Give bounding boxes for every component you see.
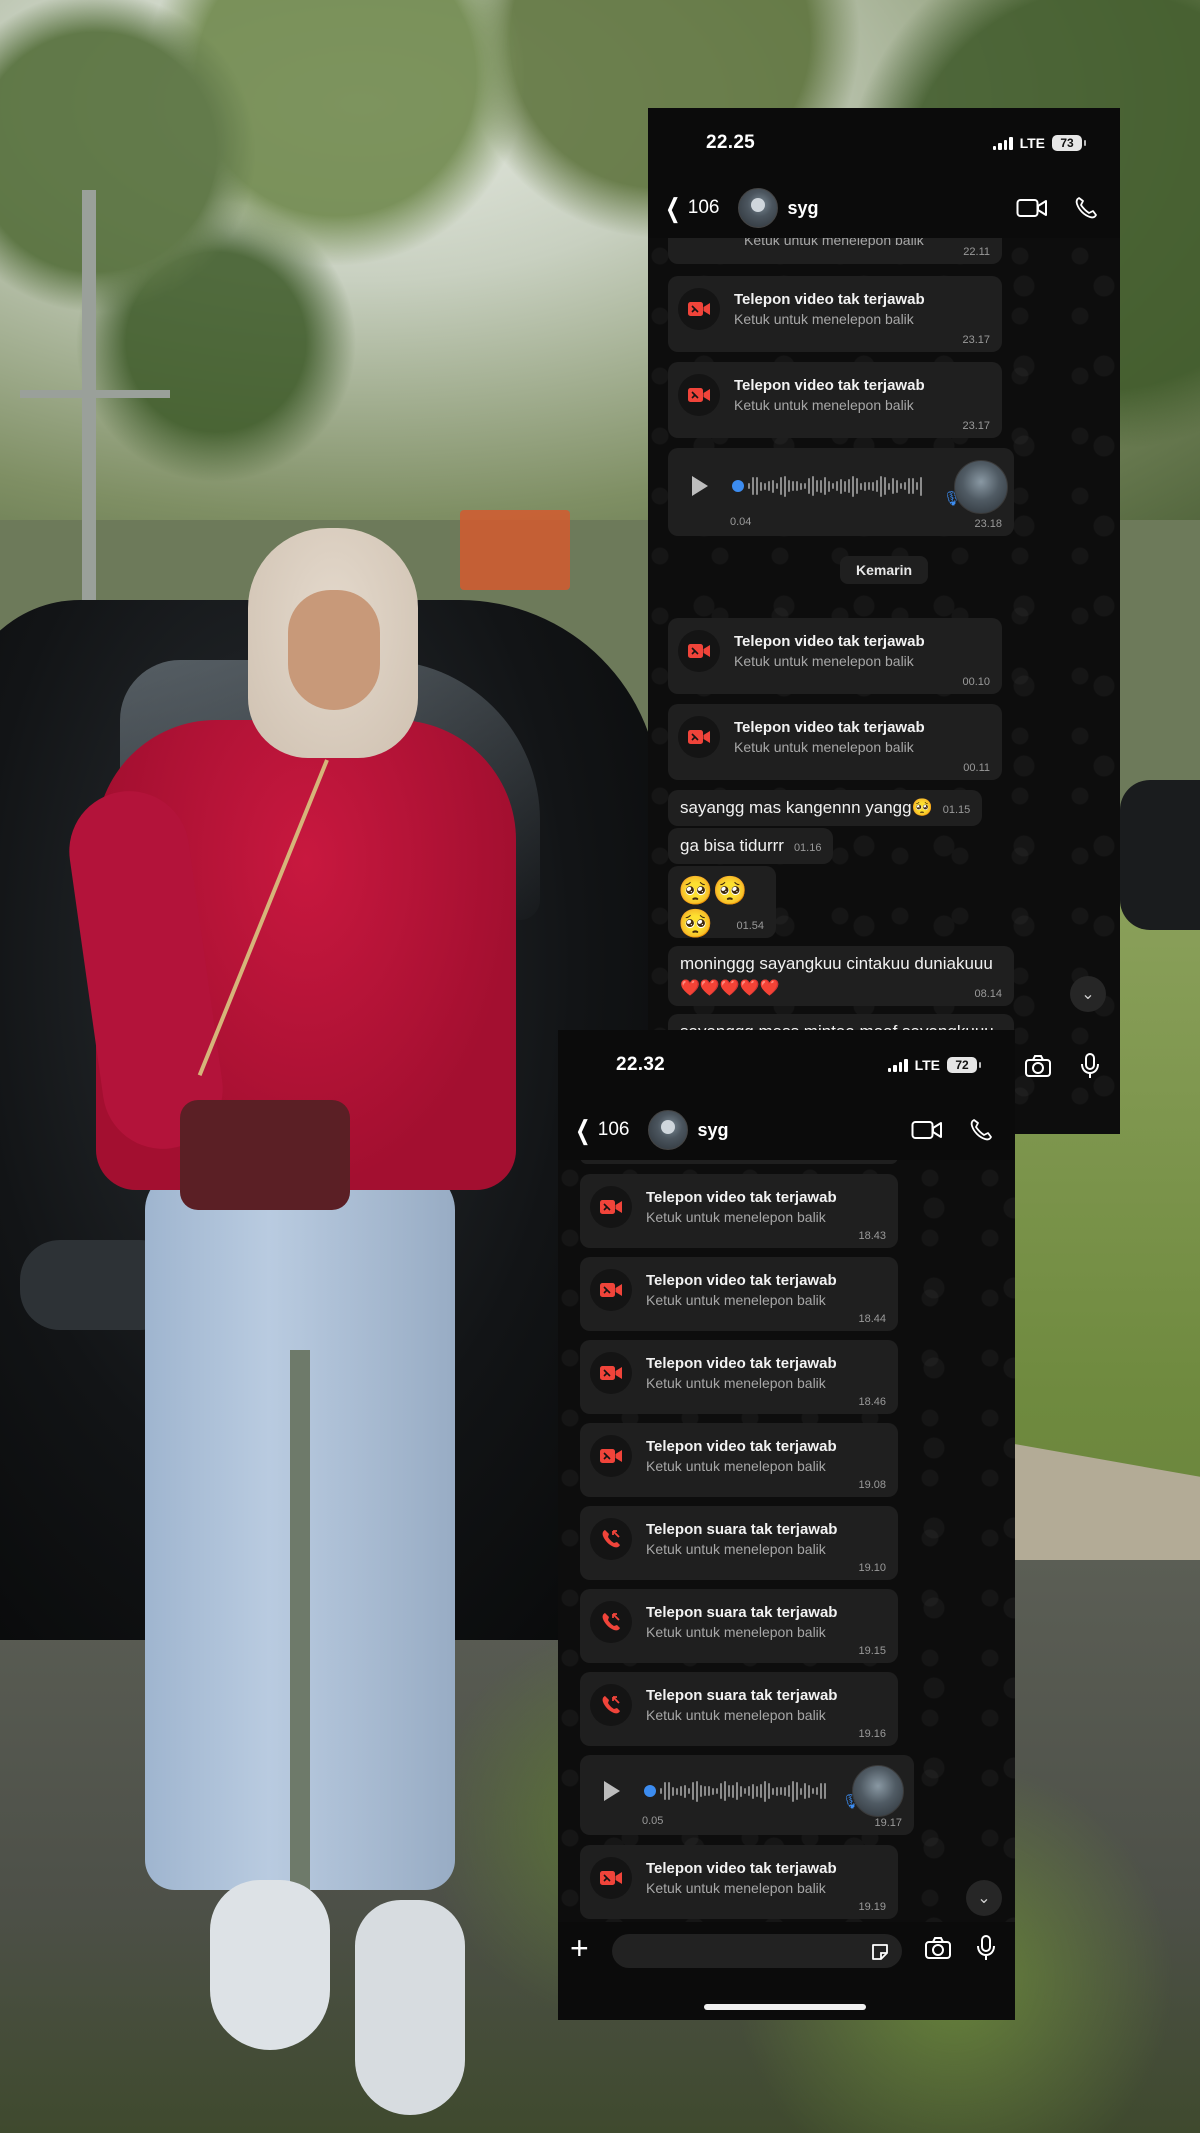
signal-icon bbox=[887, 1058, 908, 1072]
plus-icon[interactable]: + bbox=[570, 1930, 589, 1967]
missed-call-message[interactable]: Telepon video tak terjawab Ketuk untuk me… bbox=[580, 1423, 898, 1497]
missed-call-message[interactable]: Telepon video tak terjawab Ketuk untuk me… bbox=[580, 1174, 898, 1248]
missed-video-call-icon bbox=[678, 716, 720, 758]
missed-video-call-icon bbox=[590, 1857, 632, 1899]
voice-waveform[interactable] bbox=[748, 473, 922, 499]
missed-call-message[interactable]: Telepon video tak terjawab Ketuk untuk me… bbox=[580, 1340, 898, 1414]
voice-progress-knob[interactable] bbox=[732, 480, 744, 492]
chevron-left-icon: ❮ bbox=[665, 193, 681, 223]
unread-count: 106 bbox=[597, 1119, 630, 1140]
chat-header: ❮ 106 syg bbox=[558, 1100, 1015, 1160]
scroll-down-button[interactable]: ⌄ bbox=[1070, 976, 1106, 1012]
call-message-partial[interactable]: Ketuk untuk menelepon balik 22.11 bbox=[668, 238, 1002, 264]
video-camera-icon[interactable] bbox=[1016, 197, 1048, 219]
contact-name[interactable]: syg bbox=[698, 1120, 729, 1141]
network-label: LTE bbox=[1019, 135, 1045, 151]
missed-video-call-icon bbox=[678, 288, 720, 330]
voice-message[interactable]: 🎙 0.05 19.17 bbox=[580, 1755, 914, 1835]
phone-icon[interactable] bbox=[1074, 196, 1098, 220]
back-button[interactable]: ❮ 106 bbox=[566, 1117, 636, 1143]
status-bar: 22.32 LTE 72 bbox=[558, 1030, 1015, 1100]
chevron-down-icon: ⌄ bbox=[977, 1890, 991, 1907]
date-separator: Kemarin bbox=[839, 556, 929, 584]
missed-call-message[interactable]: Telepon suara tak terjawab Ketuk untuk me… bbox=[580, 1589, 898, 1663]
text-message[interactable]: ga bisa tidurrr 01.16 bbox=[668, 828, 834, 864]
chat-screenshot-2: 22.32 LTE 72 ❮ 106 syg Telepon video tak… bbox=[558, 1030, 1015, 2020]
phone-icon[interactable] bbox=[969, 1118, 993, 1142]
message-input[interactable] bbox=[612, 1934, 902, 1968]
missed-call-message[interactable]: Telepon video tak terjawab Ketuk untuk m… bbox=[668, 276, 1002, 352]
camera-icon[interactable] bbox=[924, 1936, 952, 1960]
text-message[interactable]: sayangg mas kangennn yangg🥺 01.15 bbox=[668, 790, 983, 826]
missed-voice-call-icon bbox=[590, 1601, 632, 1643]
signal-icon bbox=[992, 136, 1013, 150]
contact-avatar[interactable] bbox=[647, 1110, 688, 1150]
chat-area[interactable]: Telepon video tak terjawab Ketuk untuk me… bbox=[558, 1160, 1015, 2020]
play-icon[interactable] bbox=[604, 1781, 620, 1801]
missed-video-call-icon bbox=[590, 1269, 632, 1311]
missed-call-message[interactable]: Telepon video tak terjawab Ketuk untuk m… bbox=[668, 362, 1002, 438]
missed-call-message[interactable]: Telepon video tak terjawab Ketuk untuk me… bbox=[580, 1257, 898, 1331]
microphone-icon[interactable] bbox=[976, 1934, 996, 1962]
status-bar: 22.25 LTE 73 bbox=[648, 108, 1120, 178]
battery-icon: 73 bbox=[1052, 135, 1086, 151]
missed-voice-call-icon bbox=[590, 1684, 632, 1726]
status-time: 22.25 bbox=[706, 132, 756, 153]
woman-figure bbox=[0, 0, 600, 2133]
chevron-down-icon: ⌄ bbox=[1081, 986, 1095, 1003]
contact-name[interactable]: syg bbox=[788, 198, 819, 219]
contact-avatar[interactable] bbox=[737, 188, 778, 228]
status-time: 22.32 bbox=[616, 1054, 666, 1075]
call-message-partial bbox=[580, 1160, 898, 1164]
network-label: LTE bbox=[914, 1057, 940, 1073]
missed-video-call-icon bbox=[678, 630, 720, 672]
missed-call-message[interactable]: Telepon video tak terjawab Ketuk untuk me… bbox=[580, 1845, 898, 1919]
unread-count: 106 bbox=[687, 197, 720, 218]
emoji-message[interactable]: 🥺🥺🥺 01.54 bbox=[668, 866, 776, 939]
camera-icon[interactable] bbox=[1024, 1054, 1052, 1078]
chat-area[interactable]: Ketuk untuk menelepon balik 22.11 Telepo… bbox=[648, 238, 1120, 1134]
missed-video-call-icon bbox=[678, 374, 720, 416]
battery-icon: 72 bbox=[947, 1057, 981, 1073]
missed-call-message[interactable]: Telepon suara tak terjawab Ketuk untuk me… bbox=[580, 1506, 898, 1580]
home-indicator bbox=[704, 2004, 866, 2010]
missed-call-message[interactable]: Telepon suara tak terjawab Ketuk untuk me… bbox=[580, 1672, 898, 1746]
handbag bbox=[180, 1100, 350, 1210]
chevron-left-icon: ❮ bbox=[575, 1115, 591, 1145]
missed-video-call-icon bbox=[590, 1435, 632, 1477]
chat-screenshot-1: 22.25 LTE 73 ❮ 106 syg Ketuk untuk menel… bbox=[648, 108, 1120, 1134]
chat-header: ❮ 106 syg bbox=[648, 178, 1120, 238]
missed-call-message[interactable]: Telepon video tak terjawab Ketuk untuk m… bbox=[668, 704, 1002, 780]
play-icon[interactable] bbox=[692, 476, 708, 496]
voice-sender-avatar bbox=[954, 460, 1008, 514]
missed-voice-call-icon bbox=[590, 1518, 632, 1560]
voice-message[interactable]: 🎙 0.04 23.18 bbox=[668, 448, 1014, 536]
message-input-bar: + bbox=[558, 1922, 1015, 2020]
text-message[interactable]: moninggg sayangkuu cintakuu duniakuuu ❤️… bbox=[668, 946, 1014, 1006]
missed-call-message[interactable]: Telepon video tak terjawab Ketuk untuk m… bbox=[668, 618, 1002, 694]
back-button[interactable]: ❮ 106 bbox=[656, 195, 726, 221]
voice-waveform[interactable] bbox=[660, 1778, 826, 1804]
scroll-down-button[interactable]: ⌄ bbox=[966, 1880, 1002, 1916]
missed-video-call-icon bbox=[590, 1186, 632, 1228]
voice-sender-avatar bbox=[852, 1765, 904, 1817]
video-camera-icon[interactable] bbox=[911, 1119, 943, 1141]
sticker-icon[interactable] bbox=[870, 1942, 890, 1962]
voice-progress-knob[interactable] bbox=[644, 1785, 656, 1797]
missed-video-call-icon bbox=[590, 1352, 632, 1394]
microphone-icon[interactable] bbox=[1080, 1052, 1100, 1080]
